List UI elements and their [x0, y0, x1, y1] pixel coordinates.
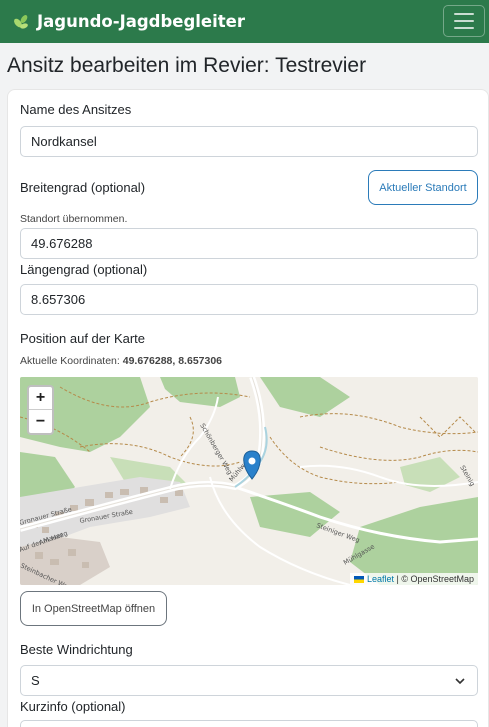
longitude-input[interactable]: 8.657306 — [20, 284, 478, 315]
open-in-osm-button[interactable]: In OpenStreetMap öffnen — [20, 591, 167, 626]
wind-direction-label: Beste Windrichtung — [20, 642, 133, 657]
short-info-input[interactable] — [20, 720, 478, 727]
brand-title: Jagundo-Jagdbegleiter — [37, 12, 245, 31]
hamburger-icon — [454, 13, 474, 15]
osm-attribution[interactable]: | © OpenStreetMap — [396, 574, 474, 584]
coordinates-text: Aktuelle Koordinaten: 49.676288, 8.65730… — [20, 355, 222, 367]
ukraine-flag-icon — [353, 575, 364, 583]
map-attribution: Leaflet | © OpenStreetMap — [349, 573, 478, 585]
menu-toggle-button[interactable] — [443, 5, 485, 37]
zoom-out-button[interactable]: − — [29, 410, 52, 433]
wind-direction-value: S — [31, 673, 40, 688]
chevron-down-icon — [455, 678, 465, 685]
navbar: Jagundo-Jagdbegleiter — [0, 0, 489, 43]
coordinates-value: 49.676288, 8.657306 — [122, 355, 223, 367]
wind-direction-select[interactable]: S — [20, 665, 478, 696]
leaf-icon — [14, 14, 28, 29]
map-tiles: Schönberger Weg Gronauer Straße Gronauer… — [20, 377, 478, 585]
location-status-text: Standort übernommen. — [20, 213, 128, 225]
current-location-button[interactable]: Aktueller Standort — [368, 170, 478, 205]
leaflet-link[interactable]: Leaflet — [367, 574, 394, 584]
name-input[interactable]: Nordkansel — [20, 126, 478, 157]
short-info-label: Kurzinfo (optional) — [20, 699, 126, 714]
name-label: Name des Ansitzes — [20, 102, 132, 117]
map-label: Position auf der Karte — [20, 331, 146, 346]
edit-form-card: Name des Ansitzes Nordkansel Breitengrad… — [7, 89, 489, 727]
longitude-label: Längengrad (optional) — [20, 262, 148, 277]
map-zoom-control: + − — [27, 385, 54, 435]
latitude-label: Breitengrad (optional) — [20, 180, 146, 195]
latitude-input[interactable]: 49.676288 — [20, 228, 478, 259]
coordinates-prefix: Aktuelle Koordinaten: — [20, 355, 120, 367]
page-title: Ansitz bearbeiten im Revier: Testrevier — [7, 54, 367, 77]
zoom-in-button[interactable]: + — [29, 387, 52, 410]
brand-link[interactable]: Jagundo-Jagdbegleiter — [12, 12, 245, 31]
location-map[interactable]: Schönberger Weg Gronauer Straße Gronauer… — [20, 377, 478, 585]
